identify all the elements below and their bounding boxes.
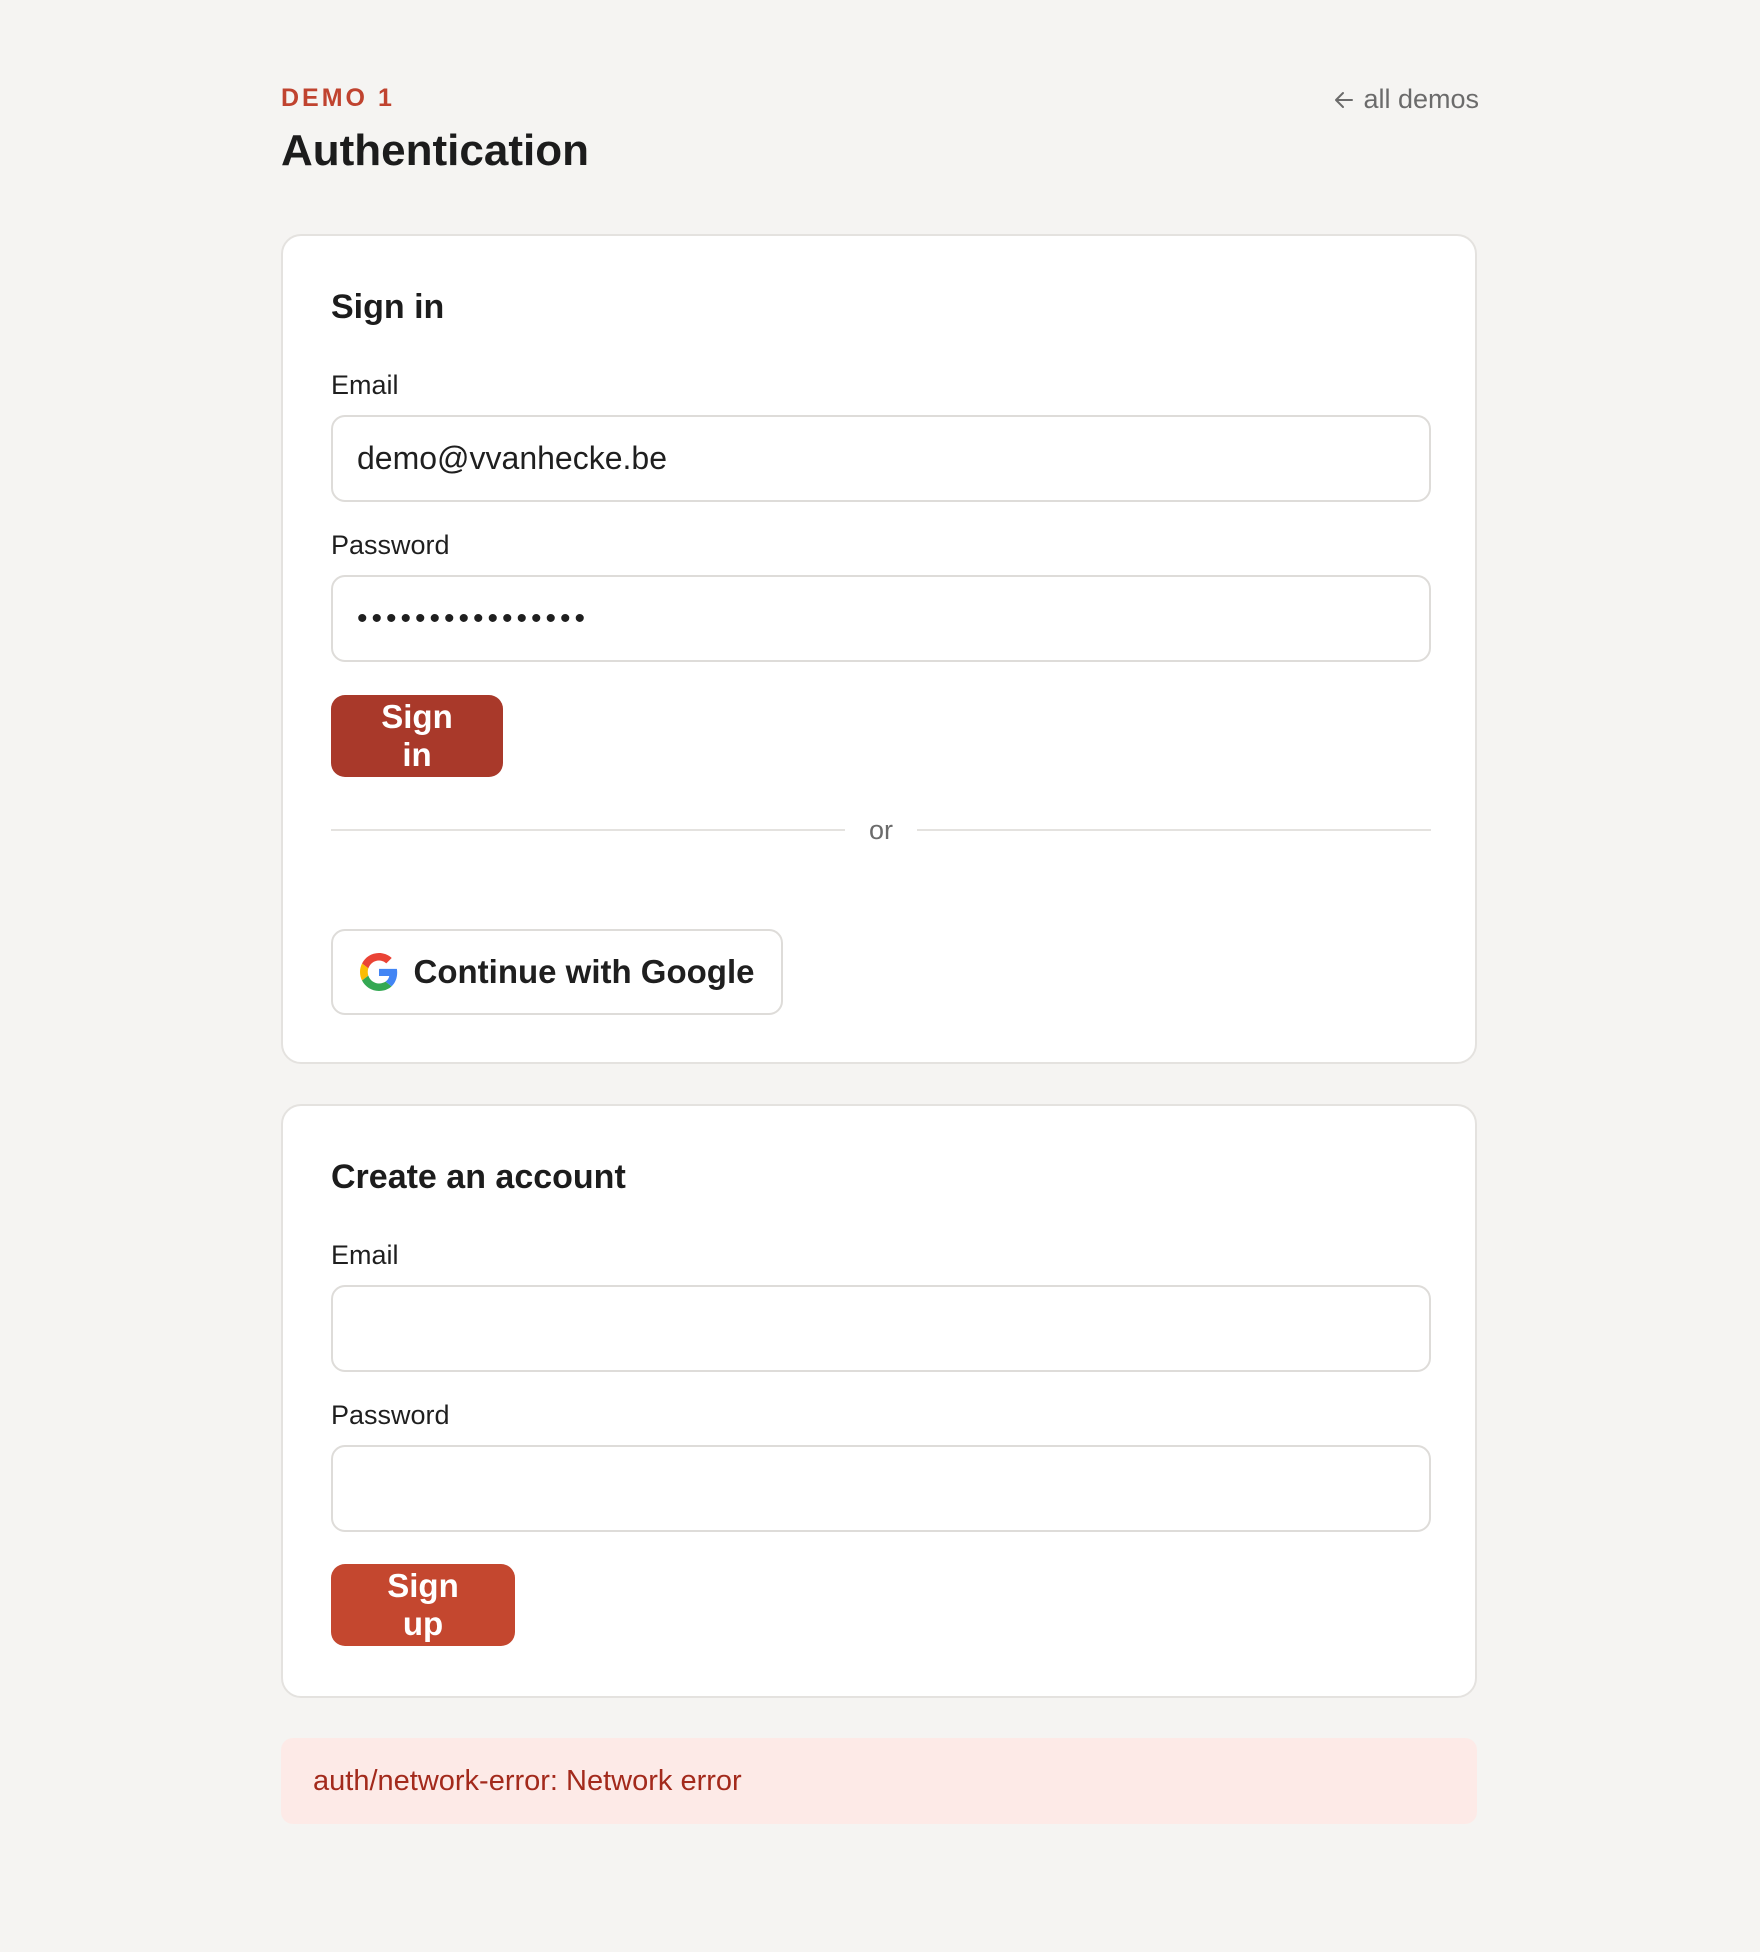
signup-button[interactable]: Sign up — [331, 1564, 515, 1646]
continue-with-google-button[interactable]: Continue with Google — [331, 929, 783, 1015]
signin-email-label: Email — [331, 370, 399, 400]
signin-password-label: Password — [331, 530, 450, 560]
signup-card: Create an account Email Password Sign up — [281, 1104, 1477, 1698]
divider-line-right — [917, 829, 1432, 831]
divider-line-left — [331, 829, 845, 831]
signin-card: Sign in Email Password Sign in or Contin… — [281, 234, 1477, 1064]
or-divider: or — [331, 813, 1432, 847]
page-header: DEMO 1 Authentication all demos — [281, 0, 1479, 236]
all-demos-link[interactable]: all demos — [1333, 84, 1479, 115]
signup-title: Create an account — [331, 1158, 626, 1196]
signin-title: Sign in — [331, 288, 445, 326]
signup-password-input[interactable] — [331, 1445, 1431, 1532]
google-button-label: Continue with Google — [413, 953, 755, 990]
google-icon — [359, 953, 397, 991]
demo-eyebrow: DEMO 1 — [281, 84, 395, 112]
error-message: auth/network-error: Network error — [313, 1764, 742, 1797]
divider-or-label: or — [869, 814, 894, 845]
arrow-left-icon — [1335, 91, 1354, 108]
page: DEMO 1 Authentication all demos Sign in … — [281, 0, 1479, 1824]
error-banner: auth/network-error: Network error — [281, 1738, 1477, 1824]
signup-email-label: Email — [331, 1240, 399, 1270]
all-demos-label: all demos — [1363, 84, 1479, 114]
signin-email-input[interactable] — [331, 415, 1431, 502]
signin-password-input[interactable] — [331, 575, 1431, 662]
signup-password-label: Password — [331, 1400, 450, 1430]
page-title: Authentication — [281, 126, 589, 175]
signup-email-input[interactable] — [331, 1285, 1431, 1372]
signin-button[interactable]: Sign in — [331, 695, 503, 777]
